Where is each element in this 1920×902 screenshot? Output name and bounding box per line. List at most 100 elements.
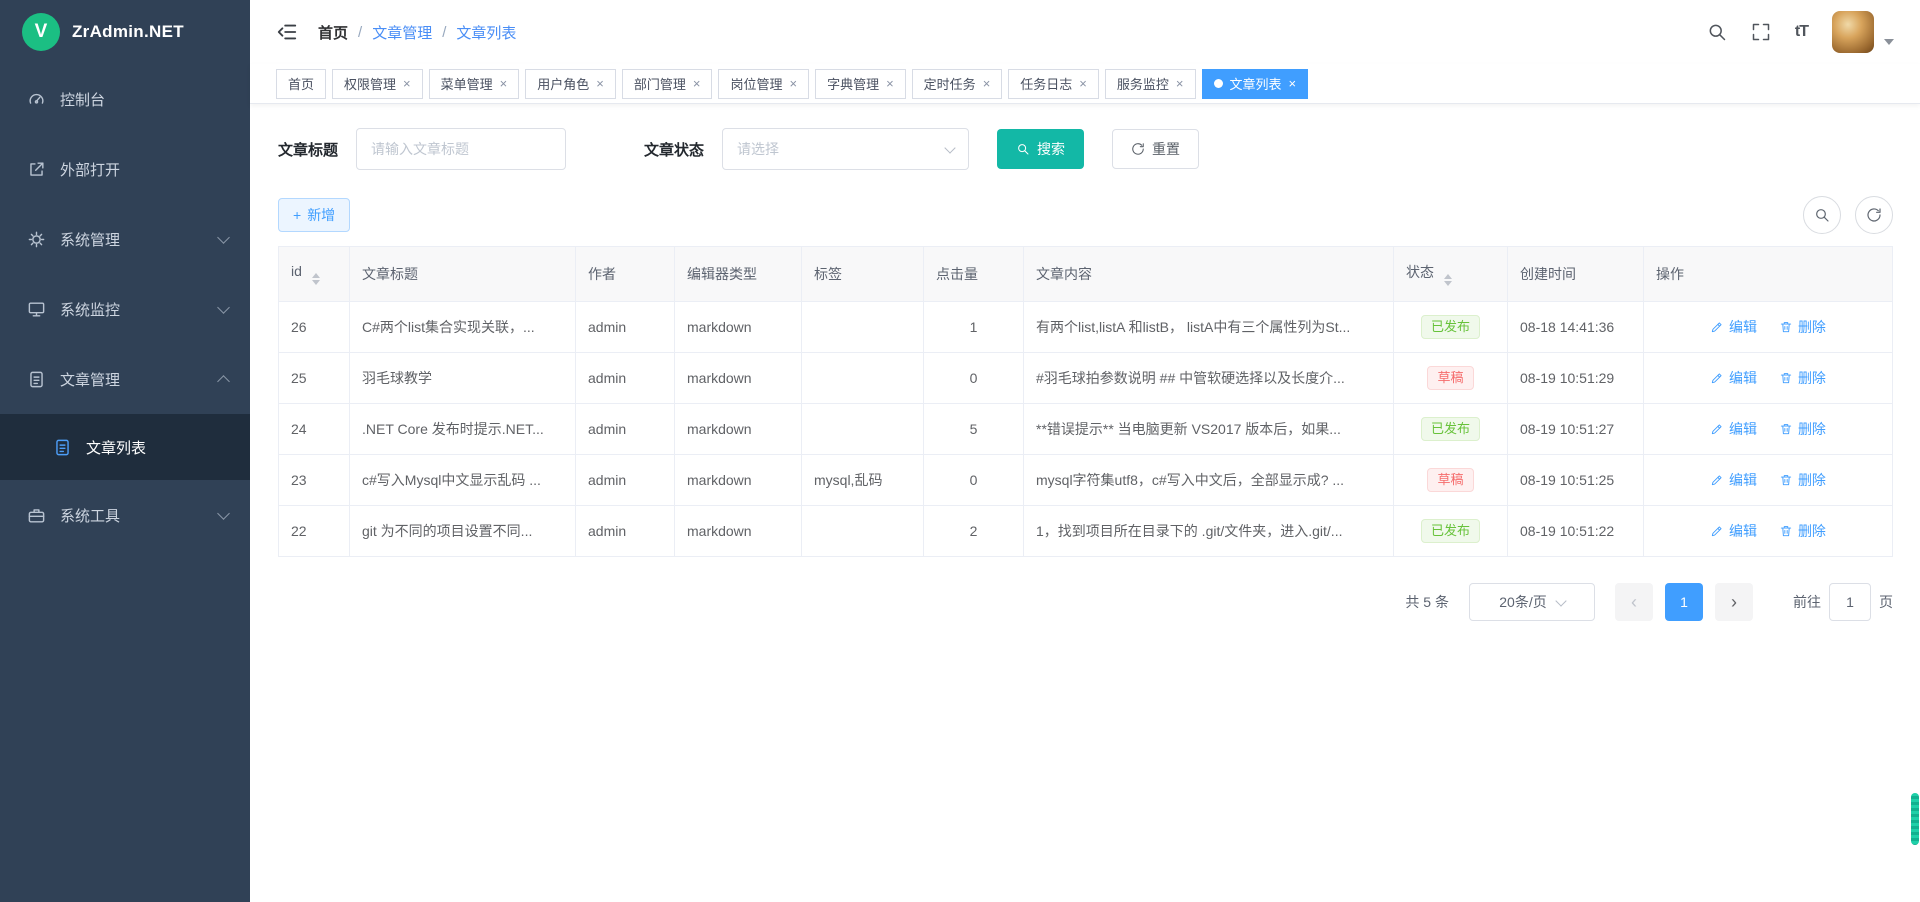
- vertical-scrollbar[interactable]: [1911, 0, 1919, 902]
- tab[interactable]: 岗位管理 ×: [718, 69, 809, 99]
- sidebar-item-external-open[interactable]: 外部打开: [0, 134, 250, 204]
- trash-icon: [1779, 524, 1793, 538]
- caret-down-icon[interactable]: [1884, 39, 1894, 45]
- tab[interactable]: 字典管理 ×: [815, 69, 906, 99]
- prev-page-button[interactable]: ‹: [1615, 583, 1653, 621]
- breadcrumb-separator: /: [442, 24, 446, 41]
- refresh-button[interactable]: [1855, 196, 1893, 234]
- edit-button[interactable]: 编辑: [1710, 368, 1757, 388]
- tab[interactable]: 用户角色 ×: [525, 69, 616, 99]
- status-badge: 已发布: [1421, 417, 1480, 442]
- cell-author: admin: [588, 319, 626, 335]
- edit-button[interactable]: 编辑: [1710, 419, 1757, 439]
- cell-created-time: 08-19 10:51:25: [1520, 472, 1614, 488]
- article-list-icon: [52, 437, 72, 457]
- article-title-input[interactable]: [356, 128, 566, 170]
- tab-label: 用户角色: [537, 74, 589, 93]
- edit-button[interactable]: 编辑: [1710, 470, 1757, 490]
- close-icon[interactable]: ×: [983, 77, 991, 90]
- edit-button[interactable]: 编辑: [1710, 521, 1757, 541]
- delete-button[interactable]: 删除: [1779, 521, 1826, 541]
- page-size-select[interactable]: 20条/页: [1469, 583, 1595, 621]
- reset-button[interactable]: 重置: [1112, 129, 1199, 169]
- tab-label: 字典管理: [827, 74, 879, 93]
- sidebar-item-article-list[interactable]: 文章列表: [0, 414, 250, 480]
- fullscreen-icon[interactable]: [1751, 22, 1771, 42]
- article-status-select[interactable]: 请选择: [722, 128, 969, 170]
- column-header-actions: 操作: [1644, 247, 1893, 302]
- chevron-down-icon: [1555, 595, 1566, 606]
- scrollbar-thumb[interactable]: [1911, 793, 1919, 845]
- breadcrumb-article-management[interactable]: 文章管理: [372, 22, 432, 43]
- sidebar-item-system-monitor[interactable]: 系统监控: [0, 274, 250, 344]
- tab[interactable]: 权限管理 ×: [332, 69, 423, 99]
- tab[interactable]: 首页: [276, 69, 326, 99]
- topbar: 首页 / 文章管理 / 文章列表 tT: [250, 0, 1920, 64]
- next-page-button[interactable]: ›: [1715, 583, 1753, 621]
- sidebar-collapse-button[interactable]: [276, 21, 298, 43]
- close-icon[interactable]: ×: [1079, 77, 1087, 90]
- tab-label: 文章列表: [1230, 74, 1282, 93]
- sidebar-item-article-management[interactable]: 文章管理: [0, 344, 250, 414]
- sort-carets-icon[interactable]: [1444, 274, 1452, 286]
- column-header-author: 作者: [576, 247, 675, 302]
- search-icon[interactable]: [1707, 22, 1727, 42]
- delete-button[interactable]: 删除: [1779, 317, 1826, 337]
- close-icon[interactable]: ×: [1289, 77, 1297, 90]
- cell-clicks: 0: [970, 472, 978, 488]
- cell-content: 有两个list,listA 和listB， listA中有三个属性列为St...: [1036, 319, 1350, 335]
- delete-button[interactable]: 删除: [1779, 419, 1826, 439]
- topbar-actions: tT: [1707, 11, 1894, 53]
- table-toolbar: + 新增: [278, 196, 1893, 234]
- tab[interactable]: 部门管理 ×: [622, 69, 713, 99]
- app-root: V ZrAdmin.NET 控制台 外部打开 系统管理: [0, 0, 1920, 902]
- pagination: 共 5 条 20条/页 ‹ 1 › 前往 页: [278, 583, 1893, 621]
- add-button[interactable]: + 新增: [278, 198, 350, 232]
- tab[interactable]: 服务监控 ×: [1105, 69, 1196, 99]
- sidebar-item-system-tools[interactable]: 系统工具: [0, 480, 250, 550]
- search-button[interactable]: 搜索: [997, 129, 1084, 169]
- tab[interactable]: 定时任务 ×: [912, 69, 1003, 99]
- sidebar-item-dashboard[interactable]: 控制台: [0, 64, 250, 134]
- breadcrumb-home[interactable]: 首页: [318, 22, 348, 43]
- page-number-button[interactable]: 1: [1665, 583, 1703, 621]
- gear-icon: [26, 229, 46, 249]
- close-icon[interactable]: ×: [789, 77, 797, 90]
- close-icon[interactable]: ×: [886, 77, 894, 90]
- cell-id: 25: [291, 370, 307, 386]
- close-icon[interactable]: ×: [1176, 77, 1184, 90]
- delete-button[interactable]: 删除: [1779, 368, 1826, 388]
- toggle-search-button[interactable]: [1803, 196, 1841, 234]
- tab[interactable]: 文章列表 ×: [1202, 69, 1309, 99]
- close-icon[interactable]: ×: [403, 77, 411, 90]
- table-body: 26 C#两个list集合实现关联，... admin markdown 1 有…: [279, 302, 1893, 557]
- cell-content: **错误提示** 当电脑更新 VS2017 版本后，如果...: [1036, 421, 1341, 437]
- close-icon[interactable]: ×: [500, 77, 508, 90]
- cell-editor-type: markdown: [687, 523, 752, 539]
- sidebar-item-label: 文章列表: [86, 437, 146, 458]
- trash-icon: [1779, 320, 1793, 334]
- cell-editor-type: markdown: [687, 319, 752, 335]
- chevron-up-icon: [217, 375, 230, 388]
- edit-button[interactable]: 编辑: [1710, 317, 1757, 337]
- sidebar-item-system-management[interactable]: 系统管理: [0, 204, 250, 274]
- delete-button[interactable]: 删除: [1779, 470, 1826, 490]
- tab-label: 定时任务: [924, 74, 976, 93]
- sidebar: V ZrAdmin.NET 控制台 外部打开 系统管理: [0, 0, 250, 902]
- tab[interactable]: 任务日志 ×: [1008, 69, 1099, 99]
- tab[interactable]: 菜单管理 ×: [429, 69, 520, 99]
- sort-carets-icon[interactable]: [312, 273, 320, 285]
- cell-id: 24: [291, 421, 307, 437]
- filter-bar: 文章标题 文章状态 请选择 搜索 重置: [278, 128, 1893, 170]
- cell-author: admin: [588, 472, 626, 488]
- user-avatar[interactable]: [1832, 11, 1874, 53]
- font-size-icon[interactable]: tT: [1795, 23, 1808, 41]
- sidebar-item-label: 系统监控: [60, 299, 120, 320]
- close-icon[interactable]: ×: [693, 77, 701, 90]
- close-icon[interactable]: ×: [596, 77, 604, 90]
- table-header-row: id 文章标题 作者 编辑器类型 标签 点击量 文章内容 状态 创: [279, 247, 1893, 302]
- status-badge: 草稿: [1427, 468, 1473, 493]
- cell-id: 26: [291, 319, 307, 335]
- cell-clicks: 0: [970, 370, 978, 386]
- goto-page-input[interactable]: [1829, 583, 1871, 621]
